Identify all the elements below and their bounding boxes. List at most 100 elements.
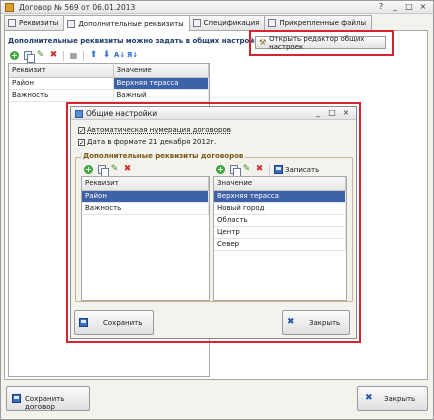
attachment-icon [268, 19, 277, 27]
sort-ascending-icon[interactable]: A↓ [114, 50, 125, 61]
table-row[interactable]: Новый город [214, 202, 346, 215]
auto-numbering-checkbox[interactable]: ✓ Автоматическая нумерация договоров [78, 126, 231, 134]
write-button[interactable]: Записать [274, 165, 319, 174]
tab-label: Дополнительные реквизиты [78, 19, 184, 28]
tab-label: Спецификация [203, 19, 260, 27]
requisites-icon [8, 19, 16, 27]
toolbar-separator [269, 164, 270, 175]
add-icon[interactable]: + [83, 164, 94, 175]
save-contract-button[interactable]: Сохранить договор [6, 386, 90, 411]
add-icon[interactable]: + [215, 164, 226, 175]
table-header-row: Значение [214, 177, 346, 191]
window-titlebar: Договор № 569 от 06.01.2013 ? _ □ × [1, 1, 433, 14]
edit-icon[interactable]: ✎ [241, 164, 252, 175]
table-row[interactable]: Верхняя терасса [214, 190, 346, 203]
table-row[interactable]: Важность Важный [9, 89, 209, 102]
checkbox-checked[interactable]: ✓ [78, 138, 85, 146]
dialog-title: Общие настройки [86, 109, 158, 118]
panel-icon[interactable]: ▦ [68, 50, 79, 61]
copy-icon[interactable] [22, 50, 35, 63]
window-title: Договор № 569 от 06.01.2013 [19, 3, 136, 12]
dialog-right-toolbar: + ✎ ✖ Записать [215, 164, 319, 177]
close-label: Закрыть [309, 319, 341, 327]
main-toolbar: + ✎ ✖ ▦ ⬆ ⬇ A↓ Я↓ [9, 50, 138, 63]
cell-value[interactable]: Важный [113, 89, 209, 102]
requisites-table: Реквизит Значение Район Верхняя терасса … [9, 64, 209, 102]
copy-icon[interactable] [96, 164, 109, 177]
dialog-save-button[interactable]: Сохранить [74, 310, 154, 335]
add-icon[interactable]: + [9, 50, 20, 61]
dialog-controls: _ □ × [312, 108, 352, 118]
dialog-values-panel: Значение Верхняя терасса Новый город Обл… [213, 176, 347, 301]
save-contract-label: Сохранить договор [25, 395, 65, 411]
copy-icon[interactable] [228, 164, 241, 177]
checkbox-checked[interactable]: ✓ [78, 126, 85, 134]
tab-label: Прикрепленные файлы [279, 19, 366, 27]
move-up-icon[interactable]: ⬆ [88, 50, 99, 61]
open-editor-label: Открыть редактор общих настроек [269, 34, 365, 51]
contract-icon [5, 3, 14, 12]
cell-requisite[interactable]: Район [82, 190, 209, 203]
column-header-requisite[interactable]: Реквизит [82, 177, 209, 191]
write-label: Записать [285, 165, 320, 174]
group-label: Дополнительные реквизиты договоров [81, 152, 246, 160]
cell-requisite[interactable]: Важность [9, 89, 114, 102]
table-header-row: Реквизит [82, 177, 209, 191]
sort-descending-icon[interactable]: Я↓ [127, 50, 138, 61]
delete-icon[interactable]: ✖ [122, 164, 133, 175]
checkbox-label: Дата в формате 21 декабря 2012г. [87, 138, 217, 146]
open-settings-editor-button[interactable]: ⚒ Открыть редактор общих настроек [255, 34, 386, 51]
maximize-icon[interactable]: □ [326, 108, 338, 118]
table-row[interactable]: Область [214, 214, 346, 227]
save-icon [274, 165, 283, 174]
document-icon [67, 19, 76, 28]
main-close-button[interactable]: ✖ Закрыть [357, 386, 428, 411]
close-icon[interactable]: × [417, 2, 429, 12]
table-row[interactable]: Центр [214, 226, 346, 239]
cell-requisite[interactable]: Район [9, 77, 114, 90]
dialog-requisites-panel: Реквизит Район Важность [81, 176, 210, 301]
cell-value[interactable]: Верхняя терасса [113, 77, 209, 90]
date-format-checkbox[interactable]: ✓ Дата в формате 21 декабря 2012г. [78, 138, 216, 146]
cell-requisite[interactable]: Важность [82, 202, 209, 215]
tab-specification[interactable]: Спецификация [188, 15, 266, 30]
tab-label: Реквизиты [19, 19, 59, 27]
column-header-value[interactable]: Значение [214, 177, 346, 191]
table-row[interactable]: Север [214, 238, 346, 251]
tab-bar: Реквизиты Дополнительные реквизиты Специ… [4, 15, 372, 31]
cell-value[interactable]: Север [214, 238, 346, 251]
table-row[interactable]: Важность [82, 202, 209, 215]
close-icon[interactable]: × [340, 108, 352, 118]
maximize-icon[interactable]: □ [403, 2, 415, 12]
list-icon [192, 19, 201, 27]
dialog-requisites-table: Реквизит Район Важность [82, 177, 209, 215]
dialog-close-button[interactable]: ✖ Закрыть [282, 310, 350, 335]
table-row[interactable]: Район [82, 190, 209, 203]
tab-requisites[interactable]: Реквизиты [4, 15, 65, 30]
close-x-icon: ✖ [287, 317, 295, 327]
toolbar-separator [63, 50, 64, 61]
delete-icon[interactable]: ✖ [48, 50, 59, 61]
settings-icon [75, 110, 83, 118]
move-down-icon[interactable]: ⬇ [101, 50, 112, 61]
minimize-icon[interactable]: _ [389, 2, 401, 12]
tab-attached-files[interactable]: Прикрепленные файлы [264, 15, 372, 30]
settings-hint: Дополнительные реквизиты можно задать в … [8, 37, 269, 45]
cell-value[interactable]: Новый город [214, 202, 346, 215]
table-row[interactable]: Район Верхняя терасса [9, 77, 209, 90]
cell-value[interactable]: Верхняя терасса [214, 190, 346, 203]
column-header-requisite[interactable]: Реквизит [9, 64, 114, 78]
minimize-icon[interactable]: _ [312, 108, 324, 118]
delete-icon[interactable]: ✖ [254, 164, 265, 175]
tab-additional-requisites[interactable]: Дополнительные реквизиты [63, 15, 190, 31]
column-header-value[interactable]: Значение [113, 64, 209, 78]
edit-icon[interactable]: ✎ [35, 50, 46, 61]
edit-icon[interactable]: ✎ [109, 164, 120, 175]
close-label: Закрыть [384, 395, 416, 403]
cell-value[interactable]: Область [214, 214, 346, 227]
cell-value[interactable]: Центр [214, 226, 346, 239]
help-icon[interactable]: ? [375, 2, 387, 12]
window-controls: ? _ □ × [375, 2, 429, 12]
dialog-left-toolbar: + ✎ ✖ [83, 164, 133, 177]
toolbar-separator [83, 50, 84, 61]
